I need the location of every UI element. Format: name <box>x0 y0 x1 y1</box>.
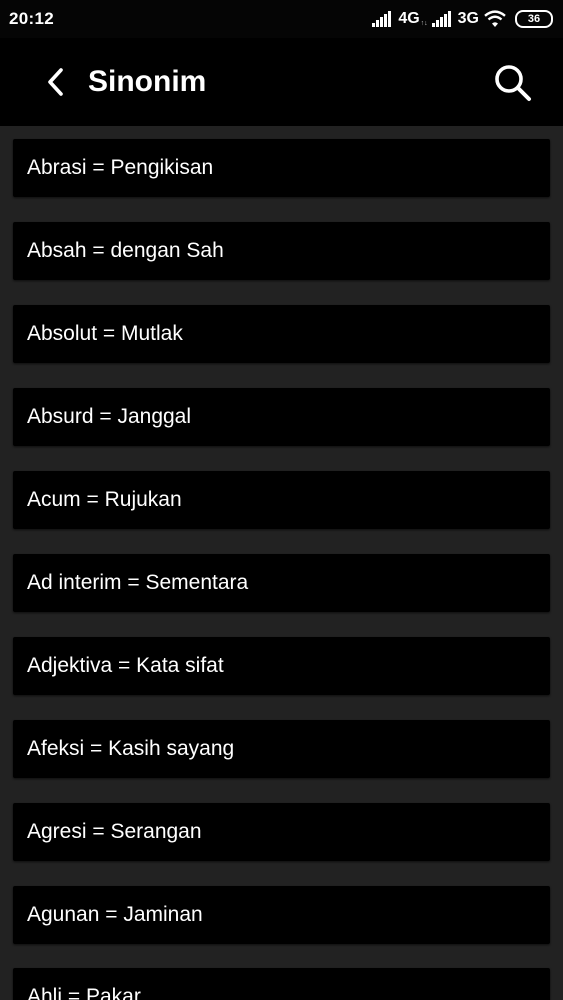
status-indicators: 4G ↑↓ 3G 36 <box>372 8 553 30</box>
status-bar: 20:12 4G ↑↓ 3G 36 <box>0 0 563 38</box>
search-button[interactable] <box>488 58 538 108</box>
list-item[interactable]: Agresi = Serangan <box>13 803 550 861</box>
list-item[interactable]: Afeksi = Kasih sayang <box>13 720 550 778</box>
list-item[interactable]: Absah = dengan Sah <box>13 222 550 280</box>
network-type-2: 3G <box>457 10 479 27</box>
signal-icon <box>372 11 392 27</box>
app-bar: Sinonim <box>0 38 563 126</box>
network-activity: ↑↓ <box>420 20 428 27</box>
synonym-list: Abrasi = Pengikisan Absah = dengan Sah A… <box>0 126 563 1000</box>
search-icon <box>495 65 531 101</box>
status-time: 20:12 <box>9 9 54 28</box>
network-type-1: 4G <box>398 10 420 27</box>
wifi-icon <box>484 10 506 27</box>
list-item[interactable]: Abrasi = Pengikisan <box>13 139 550 197</box>
list-item[interactable]: Ahli = Pakar <box>13 968 550 1000</box>
battery-indicator: 36 <box>515 10 553 28</box>
page-title: Sinonim <box>88 65 207 98</box>
chevron-left-icon <box>48 68 63 96</box>
list-item[interactable]: Ad interim = Sementara <box>13 554 550 612</box>
signal-icon <box>431 11 451 27</box>
list-item[interactable]: Agunan = Jaminan <box>13 886 550 944</box>
list-item[interactable]: Adjektiva = Kata sifat <box>13 637 550 695</box>
back-button[interactable] <box>36 60 76 104</box>
list-item[interactable]: Acum = Rujukan <box>13 471 550 529</box>
list-item[interactable]: Absurd = Janggal <box>13 388 550 446</box>
list-item[interactable]: Absolut = Mutlak <box>13 305 550 363</box>
